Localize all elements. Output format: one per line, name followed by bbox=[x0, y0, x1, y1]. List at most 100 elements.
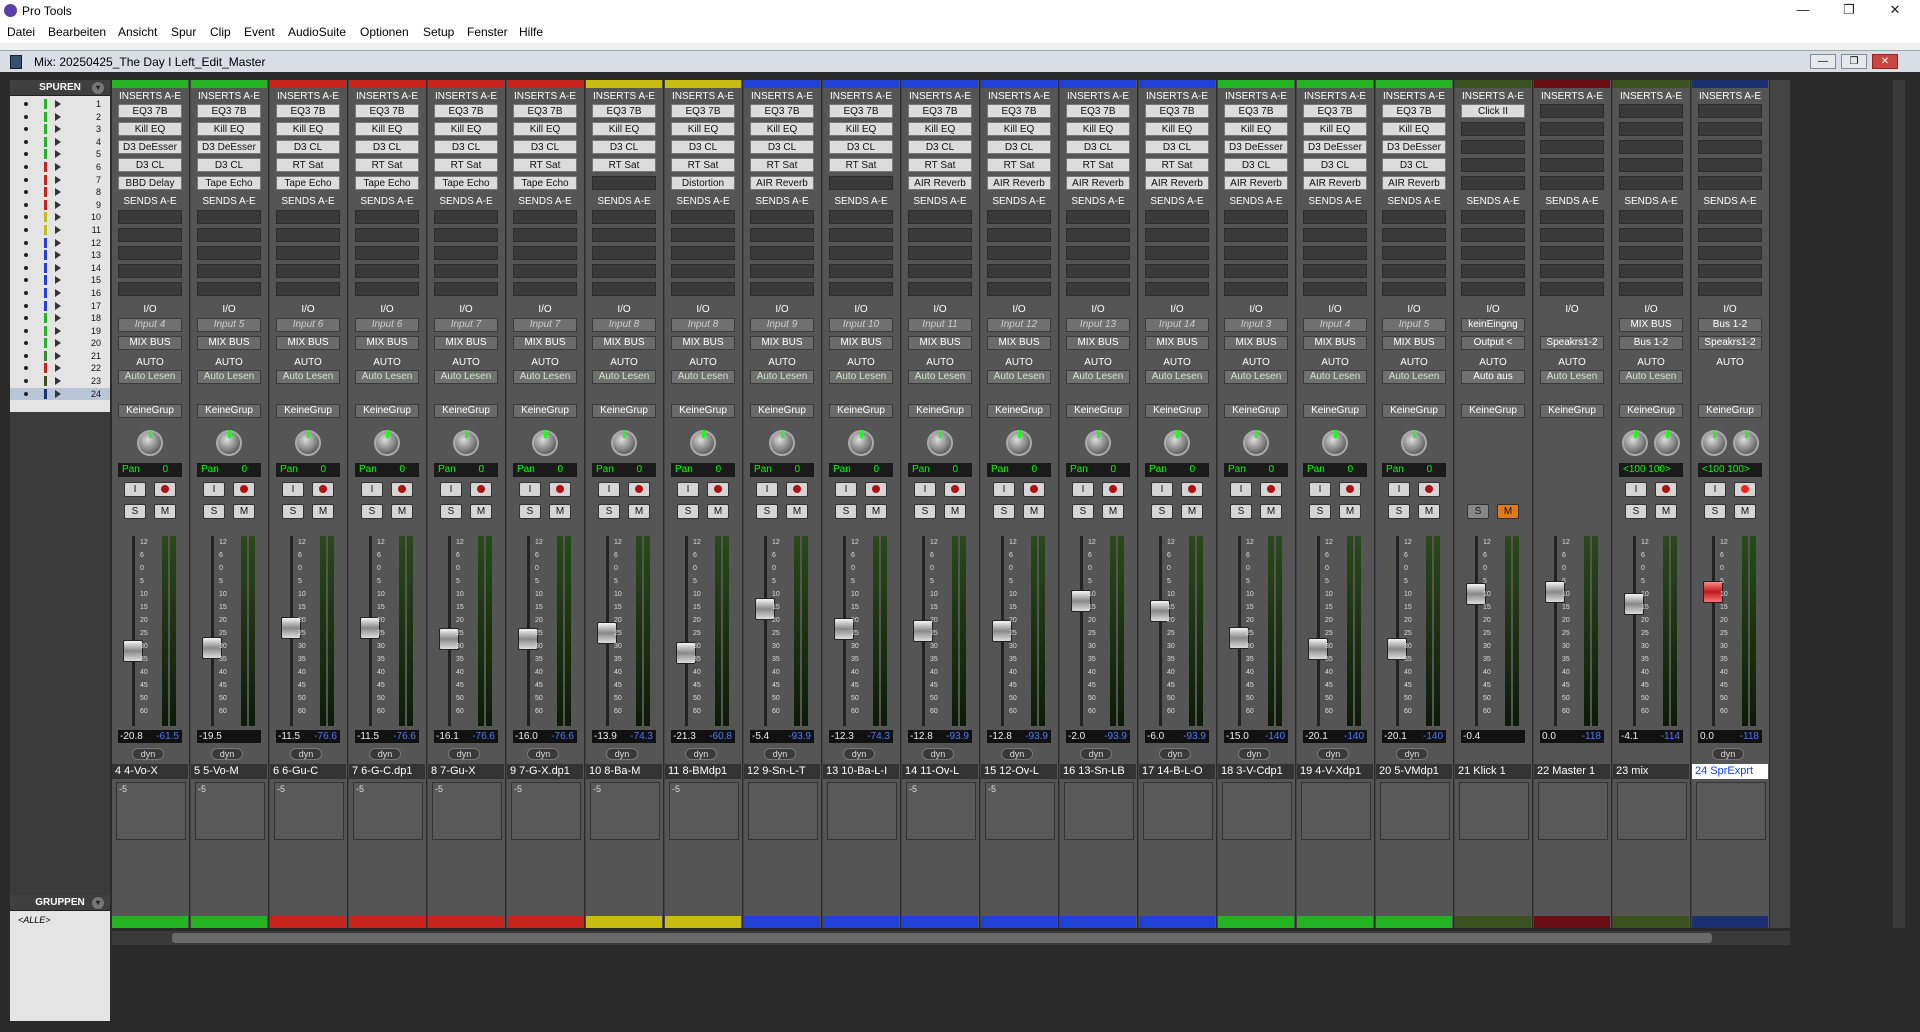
track-name[interactable]: 6 6-Gu-C bbox=[270, 764, 346, 779]
track-list-item[interactable]: 11 bbox=[10, 224, 110, 237]
send-slot[interactable] bbox=[987, 210, 1051, 224]
groups-menu-icon[interactable]: ▾ bbox=[92, 897, 104, 909]
input-selector[interactable]: Input 8 bbox=[671, 318, 735, 332]
insert-slot[interactable]: D3 CL bbox=[513, 140, 577, 154]
input-selector[interactable]: Input 6 bbox=[276, 318, 340, 332]
pan-knob[interactable] bbox=[1085, 430, 1111, 456]
volume-readout[interactable]: -19.5 bbox=[197, 730, 261, 743]
dyn-toggle[interactable]: dyn bbox=[527, 748, 559, 760]
comments-field[interactable] bbox=[1538, 782, 1608, 840]
dyn-toggle[interactable]: dyn bbox=[369, 748, 401, 760]
track-name[interactable]: 16 13-Sn-LB bbox=[1060, 764, 1136, 779]
track-list-item[interactable]: 3 bbox=[10, 123, 110, 136]
insert-slot[interactable]: AIR Reverb bbox=[1382, 176, 1446, 190]
input-selector[interactable]: Input 9 bbox=[750, 318, 814, 332]
solo-button[interactable]: S bbox=[361, 504, 383, 519]
mute-button[interactable]: M bbox=[391, 504, 413, 519]
send-slot[interactable] bbox=[118, 210, 182, 224]
solo-button[interactable]: S bbox=[440, 504, 462, 519]
record-enable-button[interactable] bbox=[865, 482, 887, 497]
insert-slot[interactable]: Kill EQ bbox=[1224, 122, 1288, 136]
pan-knob[interactable] bbox=[216, 430, 242, 456]
send-slot[interactable] bbox=[1698, 210, 1762, 224]
insert-slot[interactable]: EQ3 7B bbox=[1382, 104, 1446, 118]
track-list-item[interactable]: 2 bbox=[10, 111, 110, 124]
insert-slot[interactable]: D3 CL bbox=[1066, 140, 1130, 154]
track-name[interactable]: 12 9-Sn-L-T bbox=[744, 764, 820, 779]
volume-readout[interactable]: -16.1 -76.6 bbox=[434, 730, 498, 743]
volume-readout[interactable]: -16.0 -76.6 bbox=[513, 730, 577, 743]
send-slot[interactable] bbox=[434, 264, 498, 278]
track-name[interactable]: 7 6-G-C.dp1 bbox=[349, 764, 425, 779]
dyn-toggle[interactable]: dyn bbox=[922, 748, 954, 760]
volume-readout[interactable]: -12.3 -74.3 bbox=[829, 730, 893, 743]
track-show-icon[interactable] bbox=[24, 127, 28, 132]
insert-slot[interactable]: Kill EQ bbox=[671, 122, 735, 136]
insert-slot[interactable]: Kill EQ bbox=[355, 122, 419, 136]
automation-mode-selector[interactable]: Auto Lesen bbox=[750, 370, 814, 384]
solo-button[interactable]: S bbox=[914, 504, 936, 519]
send-slot[interactable] bbox=[908, 228, 972, 242]
solo-button[interactable]: S bbox=[1072, 504, 1094, 519]
menu-ansicht[interactable]: Ansicht bbox=[118, 25, 157, 39]
send-slot[interactable] bbox=[1698, 246, 1762, 260]
track-show-icon[interactable] bbox=[24, 253, 28, 258]
track-show-icon[interactable] bbox=[24, 177, 28, 182]
menu-event[interactable]: Event bbox=[244, 25, 275, 39]
send-slot[interactable] bbox=[1382, 210, 1446, 224]
insert-slot[interactable] bbox=[1698, 140, 1762, 154]
send-slot[interactable] bbox=[276, 210, 340, 224]
record-enable-button[interactable] bbox=[312, 482, 334, 497]
insert-slot[interactable] bbox=[1619, 104, 1683, 118]
comments-field[interactable] bbox=[1064, 782, 1134, 840]
solo-button[interactable]: S bbox=[756, 504, 778, 519]
input-selector[interactable]: Input 7 bbox=[513, 318, 577, 332]
track-name[interactable]: 23 mix bbox=[1613, 764, 1689, 779]
input-selector[interactable]: Input 8 bbox=[592, 318, 656, 332]
input-monitor-button[interactable]: I bbox=[203, 482, 225, 497]
comments-field[interactable]: -5 bbox=[432, 782, 502, 840]
send-slot[interactable] bbox=[1382, 228, 1446, 242]
mute-button[interactable]: M bbox=[233, 504, 255, 519]
send-slot[interactable] bbox=[1066, 264, 1130, 278]
dyn-toggle[interactable]: dyn bbox=[1080, 748, 1112, 760]
send-slot[interactable] bbox=[1303, 282, 1367, 296]
menu-clip[interactable]: Clip bbox=[210, 25, 231, 39]
input-selector[interactable]: keinEingng bbox=[1461, 318, 1525, 332]
track-name[interactable]: 19 4-V-Xdp1 bbox=[1297, 764, 1373, 779]
send-slot[interactable] bbox=[197, 246, 261, 260]
dyn-toggle[interactable]: dyn bbox=[1001, 748, 1033, 760]
input-monitor-button[interactable]: I bbox=[1230, 482, 1252, 497]
group-selector[interactable]: KeineGrup bbox=[829, 404, 893, 418]
send-slot[interactable] bbox=[276, 228, 340, 242]
group-selector[interactable]: KeineGrup bbox=[750, 404, 814, 418]
track-list-item[interactable]: 6 bbox=[10, 161, 110, 174]
insert-slot[interactable]: D3 CL bbox=[750, 140, 814, 154]
menu-bearbeiten[interactable]: Bearbeiten bbox=[48, 25, 106, 39]
insert-slot[interactable]: RT Sat bbox=[750, 158, 814, 172]
insert-slot[interactable]: D3 CL bbox=[434, 140, 498, 154]
send-slot[interactable] bbox=[355, 228, 419, 242]
insert-slot[interactable]: EQ3 7B bbox=[829, 104, 893, 118]
output-selector[interactable]: MIX BUS bbox=[513, 336, 577, 350]
volume-readout[interactable]: -21.3 -60.8 bbox=[671, 730, 735, 743]
volume-readout[interactable]: 0.0 -118 bbox=[1540, 730, 1604, 743]
automation-mode-selector[interactable]: Auto Lesen bbox=[434, 370, 498, 384]
insert-slot[interactable]: AIR Reverb bbox=[1224, 176, 1288, 190]
group-selector[interactable]: KeineGrup bbox=[908, 404, 972, 418]
track-name[interactable]: 20 5-VMdp1 bbox=[1376, 764, 1452, 779]
send-slot[interactable] bbox=[118, 282, 182, 296]
group-selector[interactable]: KeineGrup bbox=[671, 404, 735, 418]
group-selector[interactable]: KeineGrup bbox=[1461, 404, 1525, 418]
track-list-item[interactable]: 20 bbox=[10, 337, 110, 350]
insert-slot[interactable] bbox=[1619, 122, 1683, 136]
track-name[interactable]: 22 Master 1 bbox=[1534, 764, 1610, 779]
comments-field[interactable]: -5 bbox=[274, 782, 344, 840]
track-show-icon[interactable] bbox=[24, 303, 28, 308]
automation-mode-selector[interactable]: Auto Lesen bbox=[908, 370, 972, 384]
output-selector[interactable]: MIX BUS bbox=[671, 336, 735, 350]
send-slot[interactable] bbox=[513, 246, 577, 260]
send-slot[interactable] bbox=[1382, 282, 1446, 296]
group-selector[interactable]: KeineGrup bbox=[118, 404, 182, 418]
send-slot[interactable] bbox=[197, 282, 261, 296]
